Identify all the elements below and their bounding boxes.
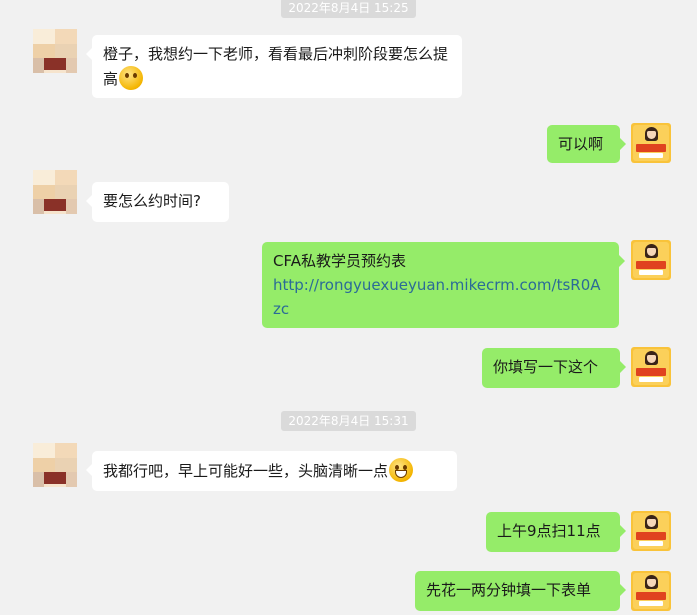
message-text: 上午9点扫11点 [497,522,601,540]
contact-avatar[interactable] [33,29,77,73]
message-bubble-outgoing[interactable]: 你填写一下这个 [482,348,626,388]
contact-avatar[interactable] [33,443,77,487]
message-bubble-incoming[interactable]: 要怎么约时间? [86,182,229,222]
message-bubble-outgoing[interactable]: 可以啊 [547,125,626,163]
message-text: 你填写一下这个 [493,358,599,376]
self-avatar[interactable] [631,511,671,551]
self-avatar[interactable] [631,347,671,387]
message-text: 要怎么约时间? [103,192,201,210]
self-avatar[interactable] [631,571,671,611]
message-text: 先花一两分钟填一下表单 [426,581,592,599]
grin-emoji-icon [389,458,414,482]
message-bubble-incoming[interactable]: 橙子，我想约一下老师，看看最后冲刺阶段要怎么提高 [86,35,462,98]
contact-avatar[interactable] [33,170,77,214]
message-bubble-outgoing[interactable]: 先花一两分钟填一下表单 [415,571,626,611]
chat-window: { "timestamps": ["2022年8月4日 15:25", "202… [0,0,697,615]
timestamp: 2022年8月4日 15:25 [0,0,697,18]
message-bubble-incoming[interactable]: 我都行吧，早上可能好一些，头脑清晰一点 [86,451,457,491]
message-bubble-outgoing[interactable]: CFA私教学员预约表 http://rongyuexueyuan.mikecrm… [262,242,625,328]
message-text: 橙子，我想约一下老师，看看最后冲刺阶段要怎么提高 [103,45,449,88]
message-bubble-outgoing[interactable]: 上午9点扫11点 [486,512,626,552]
message-text: CFA私教学员预约表 [273,252,406,270]
timestamp: 2022年8月4日 15:31 [0,410,697,431]
self-avatar[interactable] [631,240,671,280]
smirk-emoji-icon [119,66,144,90]
message-text: 可以啊 [558,135,604,153]
message-text: 我都行吧，早上可能好一些，头脑清晰一点 [103,462,389,480]
message-link[interactable]: http://rongyuexueyuan.mikecrm.com/tsR0Az… [273,273,608,321]
self-avatar[interactable] [631,123,671,163]
